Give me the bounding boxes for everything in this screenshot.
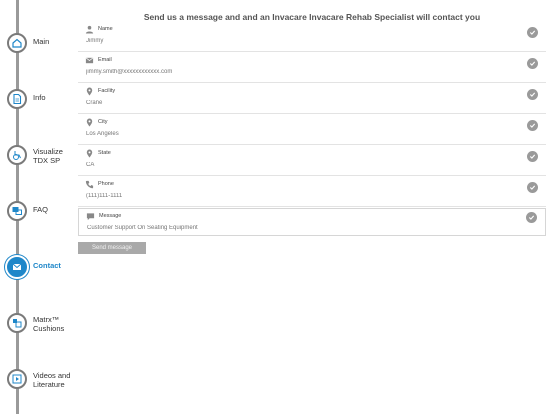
sidebar: Main Info Visualize TDX SP FAQ Contact M…: [0, 0, 72, 414]
check-icon: [527, 27, 538, 38]
sidebar-item-label: Main: [33, 37, 50, 46]
sidebar-item-cushions[interactable]: Matrx™ Cushions: [7, 313, 73, 353]
message-label: Message: [99, 213, 122, 219]
sidebar-item-label: Matrx™ Cushions: [33, 315, 65, 333]
message-icon: [86, 213, 95, 221]
cushion-icon: [7, 313, 27, 333]
facility-input[interactable]: [86, 100, 506, 106]
sidebar-item-label: Videos and Literature: [33, 371, 71, 389]
sidebar-item-faq[interactable]: FAQ: [7, 201, 73, 241]
sidebar-item-contact[interactable]: Contact: [7, 257, 73, 297]
check-icon: [527, 120, 538, 131]
check-icon: [527, 151, 538, 162]
sidebar-item-label: Info: [33, 93, 46, 102]
city-field: City: [78, 115, 546, 145]
name-input[interactable]: [86, 38, 506, 44]
facility-field: Facility: [78, 84, 546, 114]
check-icon: [527, 89, 538, 100]
check-icon: [527, 58, 538, 69]
sidebar-item-label: Visualize TDX SP: [33, 147, 63, 165]
city-input[interactable]: [86, 131, 506, 137]
email-label: Email: [98, 57, 112, 63]
envelope-icon: [85, 57, 94, 64]
sidebar-item-visualize[interactable]: Visualize TDX SP: [7, 145, 73, 185]
location-pin-icon: [86, 149, 93, 158]
state-label: State: [98, 150, 111, 156]
phone-icon: [85, 180, 94, 189]
phone-input[interactable]: [86, 193, 506, 199]
email-field: Email: [78, 53, 546, 83]
mail-icon: [7, 257, 27, 277]
chat-icon: [7, 201, 27, 221]
location-pin-icon: [86, 118, 93, 127]
name-field: Name: [78, 22, 546, 52]
message-field: Message: [78, 208, 546, 236]
check-icon: [526, 212, 537, 223]
home-icon: [7, 33, 27, 53]
facility-label: Facility: [98, 88, 116, 94]
contact-form: Send us a message and and an Invacare In…: [78, 0, 546, 414]
state-field: State: [78, 146, 546, 176]
phone-field: Phone: [78, 177, 546, 207]
sidebar-item-label: FAQ: [33, 205, 49, 214]
email-input[interactable]: [86, 69, 506, 75]
page-title: Send us a message and and an Invacare In…: [143, 12, 481, 22]
message-input[interactable]: [87, 225, 507, 231]
wheelchair-icon: [7, 145, 27, 165]
city-label: City: [98, 119, 108, 125]
phone-label: Phone: [98, 181, 114, 187]
send-message-button[interactable]: Send message: [78, 242, 146, 254]
name-label: Name: [98, 26, 113, 32]
location-pin-icon: [86, 87, 93, 96]
check-icon: [527, 182, 538, 193]
sidebar-item-info[interactable]: Info: [7, 89, 73, 129]
sidebar-item-label: Contact: [33, 261, 61, 270]
document-icon: [7, 89, 27, 109]
sidebar-item-main[interactable]: Main: [7, 33, 73, 73]
person-icon: [85, 25, 94, 34]
video-icon: [7, 369, 27, 389]
sidebar-item-videos[interactable]: Videos and Literature: [7, 369, 73, 409]
state-input[interactable]: [86, 162, 506, 168]
